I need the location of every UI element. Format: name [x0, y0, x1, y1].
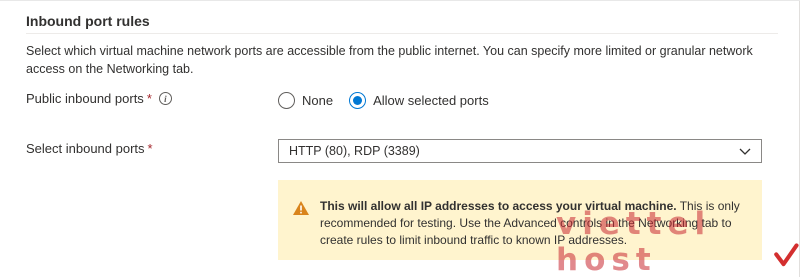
dropdown-selected-value: HTTP (80), RDP (3389) [289, 144, 420, 158]
chevron-down-icon[interactable] [739, 145, 751, 157]
watermark-text: viettel host [556, 206, 712, 277]
radio-allow-selected-circle[interactable] [349, 92, 367, 109]
public-inbound-ports-radio-group: None Allow selected ports [278, 92, 489, 109]
inbound-port-rules-panel: Inbound port rules Select which virtual … [0, 0, 800, 277]
select-inbound-ports-label-text: Select inbound ports [26, 141, 145, 156]
watermark-logo: viettel host [556, 206, 799, 277]
section-divider [26, 33, 778, 34]
radio-selected-dot [353, 96, 363, 105]
radio-option-allow-selected-ports[interactable]: Allow selected ports [349, 92, 489, 109]
check-mark-icon [774, 243, 799, 267]
required-marker: * [146, 91, 152, 106]
radio-option-none[interactable]: None [278, 92, 333, 109]
public-inbound-ports-label-text: Public inbound ports [26, 91, 144, 106]
public-inbound-ports-label: Public inbound ports * i [26, 91, 172, 106]
top-border [0, 0, 800, 1]
select-inbound-ports-dropdown[interactable]: HTTP (80), RDP (3389) [278, 139, 762, 163]
radio-none-circle[interactable] [278, 92, 295, 109]
required-marker: * [147, 141, 153, 156]
info-icon[interactable]: i [158, 92, 172, 105]
radio-allow-selected-label: Allow selected ports [373, 93, 489, 108]
select-inbound-ports-label: Select inbound ports * [26, 141, 153, 156]
section-description: Select which virtual machine network por… [26, 44, 753, 76]
radio-none-label: None [302, 93, 334, 108]
warning-icon [293, 201, 309, 215]
section-title: Inbound port rules [26, 13, 150, 29]
